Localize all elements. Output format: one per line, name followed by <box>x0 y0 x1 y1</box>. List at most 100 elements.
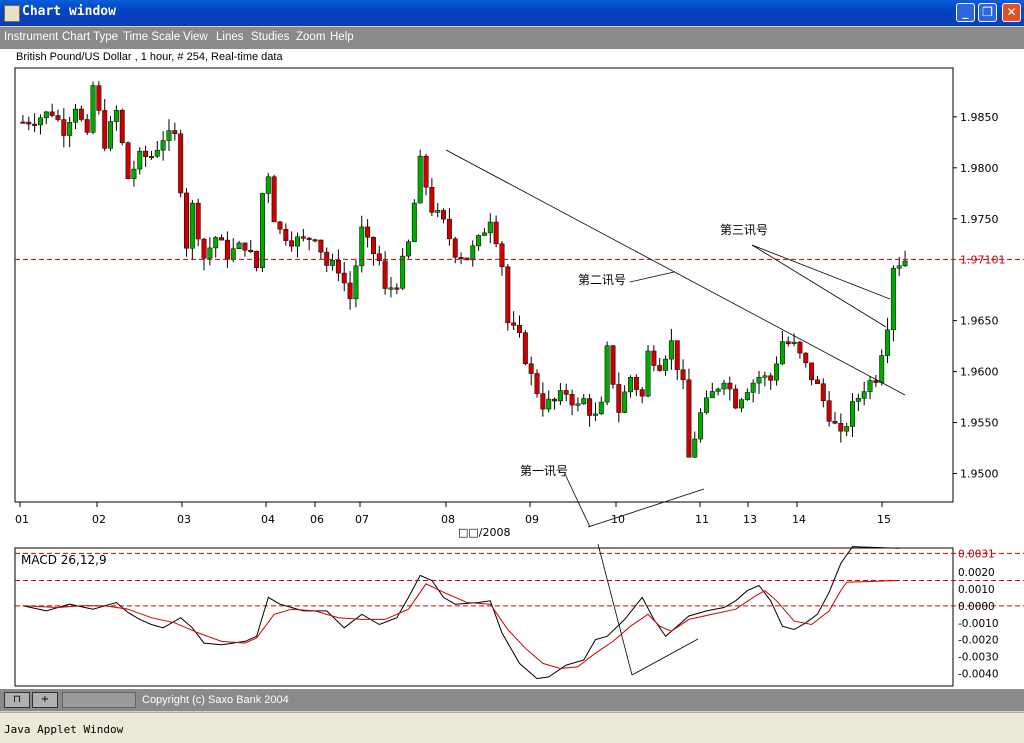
candle-body <box>663 358 669 371</box>
price-chart[interactable]: 1.9500 1.9550 1.9600 1.9650 1.9750 1.9800 1.98… <box>0 49 1024 544</box>
candle-body <box>452 238 458 258</box>
price-chart-panel[interactable]: British Pound/US Dollar , 1 hour, # 254,… <box>0 49 1024 544</box>
menu-chart-type[interactable]: Chart Type <box>62 31 118 43</box>
current-price-label: 1.97101 <box>960 253 1006 266</box>
candle-body <box>651 350 657 366</box>
candle-body <box>131 168 137 179</box>
candle-body <box>575 403 581 406</box>
candle-body <box>657 365 663 371</box>
candle-body <box>709 391 715 399</box>
candle-body <box>557 390 563 402</box>
macd-panel[interactable]: MACD 26,12,9 0.0031 0.0020 0.0010 0.0000 -0.… <box>0 544 1024 689</box>
candle-body <box>259 193 265 269</box>
applet-label: Java Applet Window <box>4 723 124 736</box>
candle-body <box>762 375 768 378</box>
candle-body <box>213 237 219 249</box>
x-tick-label: 04 <box>261 513 275 526</box>
candle-body <box>96 85 102 111</box>
candle-body <box>692 438 698 458</box>
crosshair-button[interactable]: + <box>32 692 58 708</box>
trend-line <box>564 473 591 528</box>
menu-studies[interactable]: Studies <box>251 31 289 43</box>
copyright-text: Copyright (c) Saxo Bank 2004 <box>142 694 289 706</box>
close-button[interactable]: ✕ <box>1002 3 1021 22</box>
macd-frame <box>14 547 954 687</box>
candle-body <box>347 282 353 300</box>
candle-body <box>330 260 336 266</box>
x-tick-label: 07 <box>355 513 369 526</box>
candle-body <box>277 221 283 230</box>
candle-body <box>166 130 172 141</box>
menu-instrument[interactable]: Instrument <box>4 31 58 43</box>
minimize-button[interactable]: _ <box>956 3 975 22</box>
candle-body <box>37 117 43 126</box>
candle-body <box>154 149 160 157</box>
candle-body <box>645 350 651 397</box>
candle-body <box>517 325 522 333</box>
candle-body <box>797 341 803 354</box>
x-tick-label: 13 <box>743 513 757 526</box>
candle-body <box>417 155 423 204</box>
candle-body <box>441 210 447 220</box>
menu-help[interactable]: Help <box>330 31 354 43</box>
candle-body <box>715 388 721 392</box>
maximize-button[interactable]: ❐ <box>978 3 997 22</box>
candle-body <box>622 391 628 413</box>
candle-body <box>598 401 604 415</box>
signal-annotation: 第三讯号 <box>720 223 768 237</box>
candle-body <box>610 345 616 385</box>
candle-body <box>739 399 744 409</box>
candle-body <box>178 133 184 194</box>
candle-body <box>890 267 896 331</box>
macd-series-line <box>22 546 900 680</box>
y-tick-label: 1.9650 <box>960 315 999 328</box>
candle-body <box>388 287 394 290</box>
menu-zoom[interactable]: Zoom <box>296 31 325 43</box>
candle-body <box>73 108 78 123</box>
pin-button[interactable]: ⊓ <box>4 692 30 708</box>
menu-lines[interactable]: Lines <box>216 31 244 43</box>
candle-body <box>137 150 143 170</box>
x-tick-label: 02 <box>92 513 106 526</box>
x-tick-label: 01 <box>15 513 29 526</box>
trend-line <box>629 271 675 283</box>
candle-body <box>289 240 295 247</box>
menu-view[interactable]: View <box>183 31 208 43</box>
candle-body <box>563 390 569 395</box>
macd-chart[interactable]: MACD 26,12,9 0.0031 0.0020 0.0010 0.0000 -0.… <box>0 544 1024 689</box>
candle-body <box>803 352 809 364</box>
candle-body <box>487 221 493 234</box>
x-axis-label: □□/2008 <box>458 526 511 539</box>
candle-body <box>499 243 505 268</box>
candle-body <box>581 398 587 405</box>
candle-body <box>639 389 645 397</box>
candle-body <box>55 115 61 120</box>
candle-body <box>248 249 254 252</box>
trend-line <box>587 488 705 528</box>
y-tick-label: 1.9550 <box>960 417 999 430</box>
candle-body <box>435 210 441 213</box>
candle-body <box>552 398 558 402</box>
candle-body <box>733 388 739 409</box>
candle-body <box>604 345 610 403</box>
candle-body <box>879 355 885 383</box>
candle-body <box>224 239 230 260</box>
macd-y-tick-label: -0.0020 <box>958 635 999 647</box>
title-bar: Chart window _ ❐ ✕ <box>0 0 1024 26</box>
y-tick-label: 1.9850 <box>960 111 999 124</box>
candle-body <box>125 142 131 179</box>
candle-body <box>382 260 388 289</box>
candle-body <box>300 236 306 239</box>
candle-body <box>353 265 359 300</box>
candle-body <box>680 369 686 381</box>
candle-body <box>744 392 750 400</box>
trend-line <box>751 244 887 328</box>
candle-body <box>774 363 780 381</box>
menu-time-scale[interactable]: Time Scale <box>123 31 180 43</box>
macd-y-tick-label: -0.0030 <box>958 652 999 664</box>
candle-body <box>20 121 26 124</box>
candle-body <box>295 236 300 247</box>
candle-body <box>219 237 225 241</box>
status-bar: ⊓ + Copyright (c) Saxo Bank 2004 <box>0 689 1024 711</box>
window-title: Chart window <box>22 4 116 19</box>
